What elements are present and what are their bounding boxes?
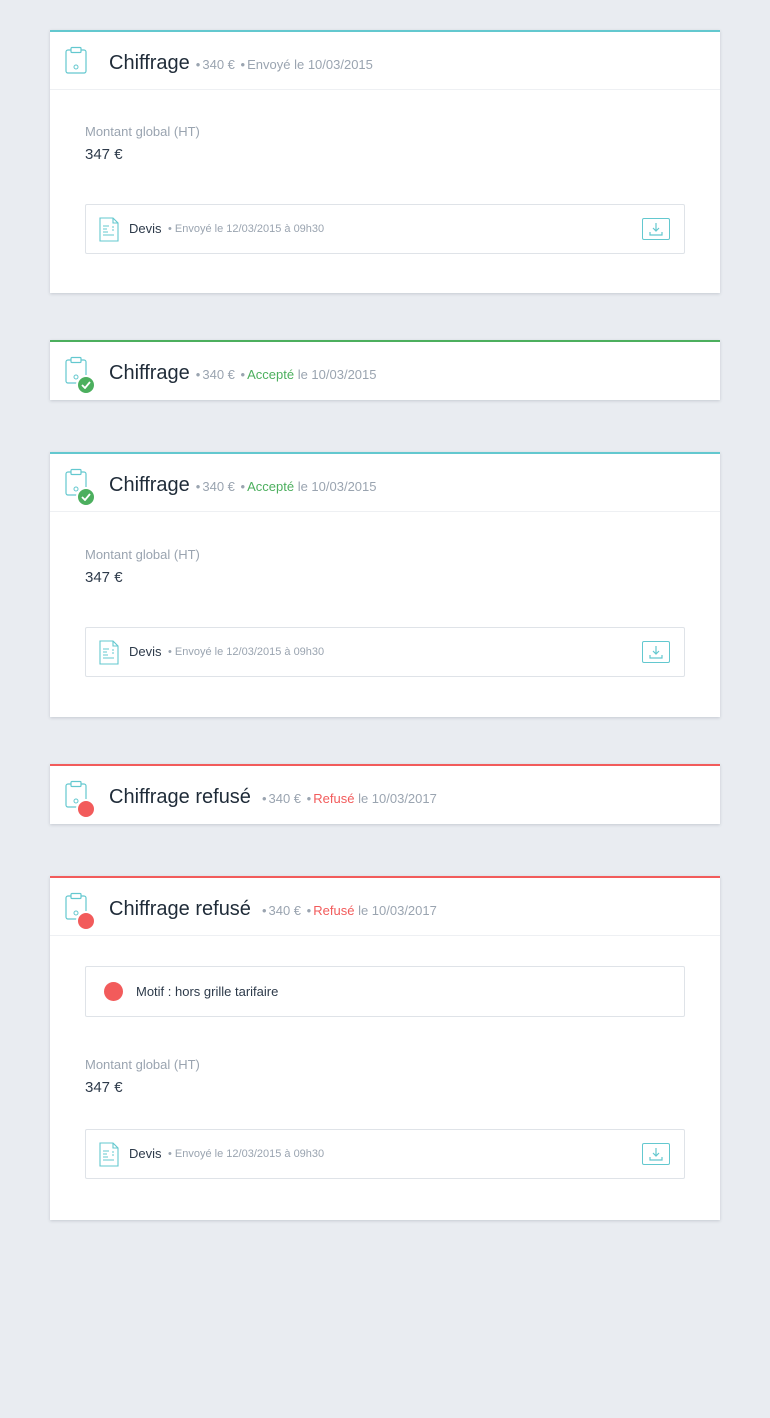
amount-value: 347 € [85,146,123,163]
document-meta: • Envoyé le 12/03/2015 à 09h30 [168,1148,325,1160]
amount-label: Montant global (HT) [85,124,200,139]
status-text: Refusé [313,791,355,806]
card-amount: 340 € [268,791,302,806]
refused-dot-icon [76,911,96,931]
status-date: le 10/03/2017 [358,791,437,806]
card-title-line: Chiffrage • 340 € • Accepté le 10/03/2015 [109,360,377,388]
status-date: le 10/03/2015 [297,367,377,382]
card-amount: 340 € [202,479,235,494]
amount-value: 347 € [85,569,123,586]
card-title-line: Chiffrage • 340 € • Envoyé le 10/03/2015 [109,50,373,78]
download-icon [649,646,663,659]
document-meta: • Envoyé le 12/03/2015 à 09h30 [168,646,325,658]
status-date: le 10/03/2017 [358,903,437,918]
card-meta: • 340 € • Refusé le 10/03/2017 [261,791,437,806]
document-name: Devis [129,221,162,236]
quote-card-refused-collapsed: Chiffrage refusé • 340 € • Refusé le 10/03/… [50,764,720,824]
quote-card-accepted-collapsed: Chiffrage • 340 € • Accepté le 10/03/2015 [50,340,720,400]
card-header[interactable]: Chiffrage • 340 € • Envoyé le 10/03/2015 [50,32,720,90]
quote-card-refused: Chiffrage refusé • 340 € • Refusé le 10/03/… [50,876,720,1220]
card-header[interactable]: Chiffrage refusé • 340 € • Refusé le 10/03/… [50,878,720,936]
refused-dot-icon [76,799,96,819]
card-title-line: Chiffrage refusé • 340 € • Refusé le 10/03/… [109,784,437,812]
amount-label: Montant global (HT) [85,1057,200,1072]
card-meta: • 340 € • Accepté le 10/03/2015 [195,367,377,382]
card-amount: 340 € [202,57,235,72]
card-title: Chiffrage [109,362,190,384]
card-header[interactable]: Chiffrage refusé • 340 € • Refusé le 10/03/… [50,766,720,824]
refusal-reason-text: Motif : hors grille tarifaire [136,984,279,999]
quote-card-accepted: Chiffrage • 340 € • Accepté le 10/03/2015 M… [50,452,720,717]
amount-label: Montant global (HT) [85,547,200,562]
card-meta: • 340 € • Accepté le 10/03/2015 [195,479,377,494]
document-name: Devis [129,644,162,659]
card-meta: • 340 € • Refusé le 10/03/2017 [261,903,437,918]
card-amount: 340 € [202,367,235,382]
document-row[interactable]: Devis • Envoyé le 12/03/2015 à 09h30 [85,204,685,254]
quote-card-sent: Chiffrage • 340 € • Envoyé le 10/03/2015 Mo… [50,30,720,293]
document-name: Devis [129,1146,162,1161]
document-meta: • Envoyé le 12/03/2015 à 09h30 [168,223,325,235]
check-icon [76,487,96,507]
document-row[interactable]: Devis • Envoyé le 12/03/2015 à 09h30 [85,1129,685,1179]
document-meta-text: Envoyé le 12/03/2015 à 09h30 [174,1148,325,1160]
card-title: Chiffrage [109,474,190,496]
document-meta-text: Envoyé le 12/03/2015 à 09h30 [174,223,325,235]
download-button[interactable] [642,641,670,663]
status-date: le 10/03/2015 [297,479,377,494]
clipboard-icon [65,46,89,76]
status-date: le 10/03/2015 [294,57,373,72]
refused-dot-icon [104,982,123,1001]
document-icon [99,640,119,670]
card-meta: • 340 € • Envoyé le 10/03/2015 [195,57,373,72]
document-icon [99,1142,119,1172]
download-button[interactable] [642,1143,670,1165]
check-icon [76,375,96,395]
status-text: Refusé [313,903,355,918]
document-meta-text: Envoyé le 12/03/2015 à 09h30 [174,646,325,658]
card-title: Chiffrage refusé [109,786,251,808]
card-title-line: Chiffrage refusé • 340 € • Refusé le 10/03/… [109,896,437,924]
download-icon [649,223,663,236]
card-title: Chiffrage [109,52,190,74]
amount-value: 347 € [85,1079,123,1096]
card-header[interactable]: Chiffrage • 340 € • Accepté le 10/03/2015 [50,454,720,512]
download-icon [649,1148,663,1161]
status-text: Envoyé [247,57,291,72]
download-button[interactable] [642,218,670,240]
document-icon [99,217,119,247]
card-header[interactable]: Chiffrage • 340 € • Accepté le 10/03/2015 [50,342,720,400]
status-text: Accepté [247,367,295,382]
refusal-reason: Motif : hors grille tarifaire [85,966,685,1017]
card-title: Chiffrage refusé [109,898,251,920]
card-title-line: Chiffrage • 340 € • Accepté le 10/03/2015 [109,472,377,500]
status-text: Accepté [247,479,295,494]
card-amount: 340 € [268,903,302,918]
document-row[interactable]: Devis • Envoyé le 12/03/2015 à 09h30 [85,627,685,677]
